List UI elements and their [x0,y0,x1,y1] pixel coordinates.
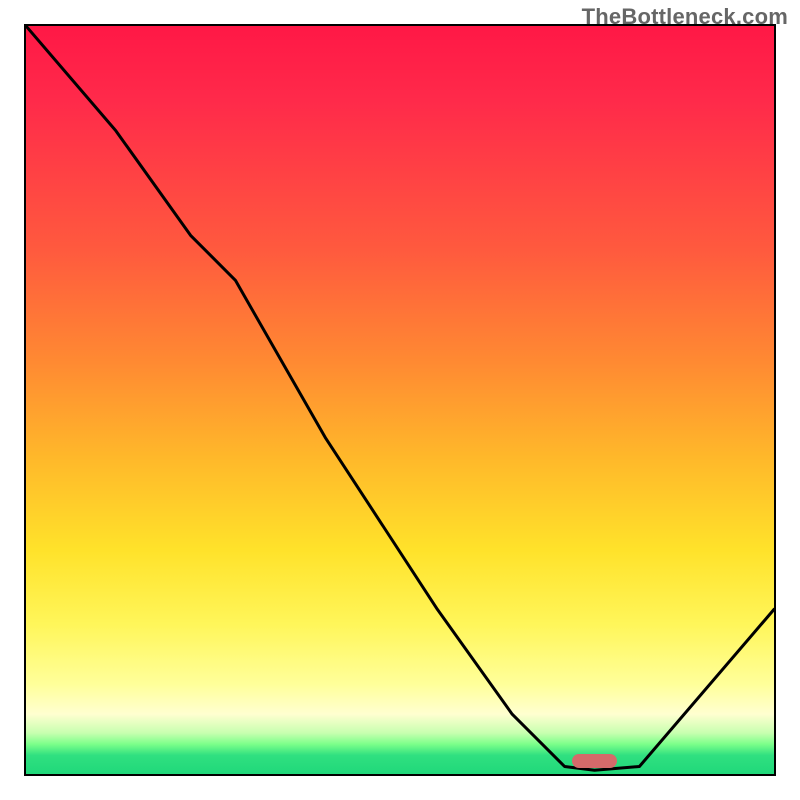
optimal-range-marker [572,754,617,768]
plot-area [24,24,776,776]
watermark-label: TheBottleneck.com [582,4,788,30]
bottleneck-curve [26,26,774,774]
chart-container: TheBottleneck.com [0,0,800,800]
